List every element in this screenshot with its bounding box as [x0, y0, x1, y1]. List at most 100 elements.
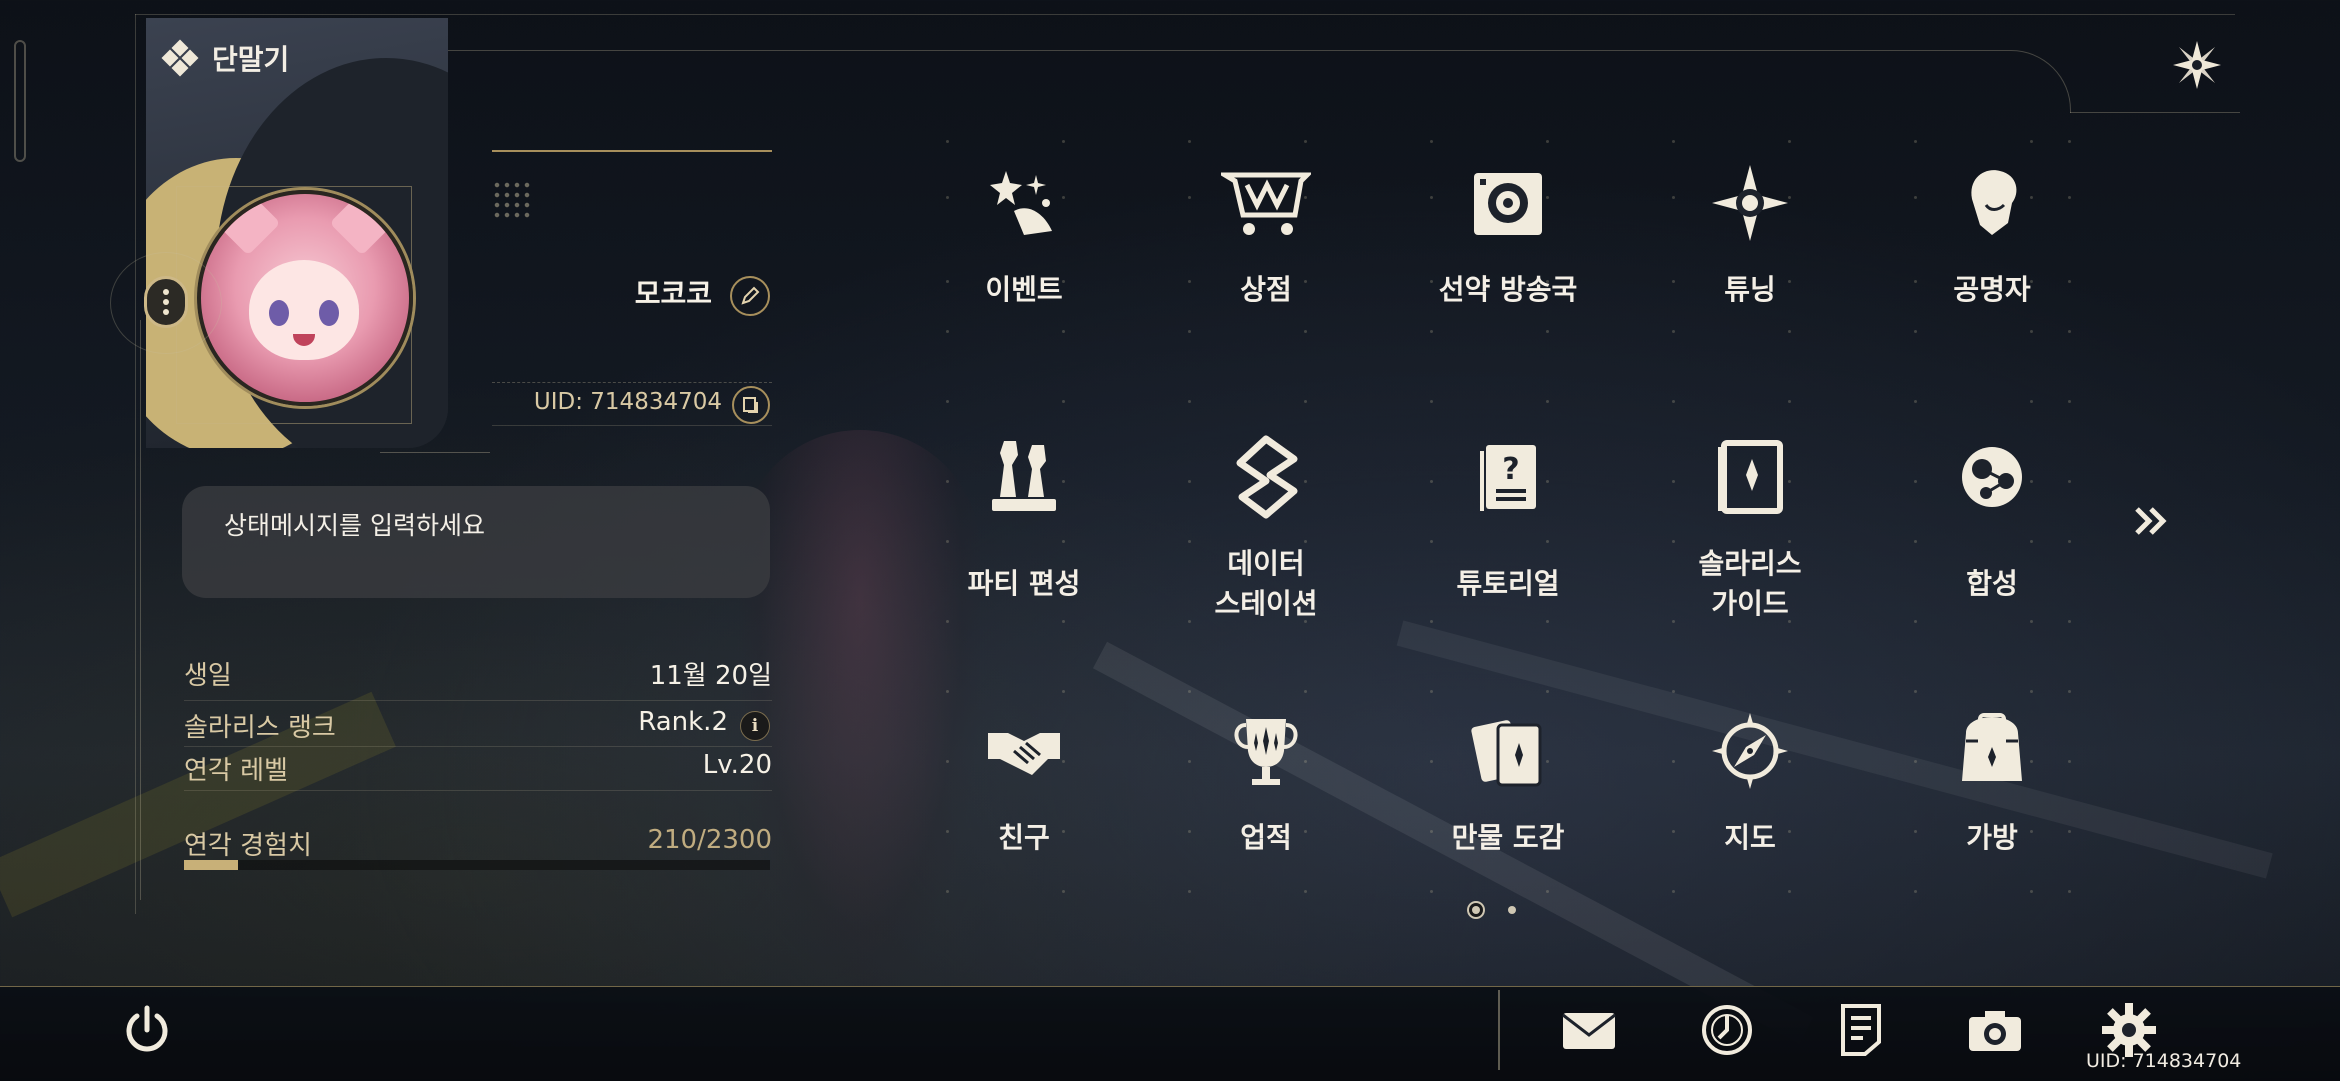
grid-dot: [946, 400, 949, 403]
menu-item-resonator[interactable]: 공명자: [1892, 158, 2092, 358]
menu-label: 이벤트: [985, 273, 1063, 306]
menu-label: 업적: [1240, 821, 1292, 854]
backpack-icon: [1947, 706, 2037, 796]
avatar-face: [249, 260, 359, 360]
decorative-dots: [492, 180, 532, 220]
edit-name-button[interactable]: [730, 276, 770, 316]
achievement-trophy-icon: [1221, 706, 1311, 796]
page-indicator: [1472, 906, 1516, 914]
close-star-icon[interactable]: [2166, 34, 2228, 96]
frame-line: [2070, 112, 2240, 113]
exp-label: 연각 경험치: [184, 831, 312, 861]
grid-dot: [1062, 140, 1065, 143]
page-title: 단말기: [212, 43, 290, 76]
menu-label: 공명자: [1953, 273, 2031, 306]
avatar[interactable]: [197, 190, 413, 406]
tuning-star-icon: [1705, 158, 1795, 248]
clock-icon[interactable]: [1694, 998, 1760, 1062]
menu-item-bag[interactable]: 가방: [1892, 706, 2092, 906]
notes-icon[interactable]: [1828, 998, 1894, 1062]
decorative-line: [492, 150, 772, 152]
menu-label: 선약 방송국: [1438, 273, 1578, 306]
copy-icon: [743, 397, 758, 413]
menu-item-tuning[interactable]: 튜닝: [1650, 158, 1850, 358]
menu-item-synthesis[interactable]: 합성: [1892, 432, 2092, 632]
grid-dot: [1914, 140, 1917, 143]
level-row: 연각 레벨 Lv.20: [184, 750, 772, 790]
player-name: 모코코: [634, 277, 712, 310]
menu-item-event[interactable]: 이벤트: [924, 158, 1124, 358]
menu-item-achievement[interactable]: 업적: [1166, 706, 1366, 906]
mail-icon[interactable]: [1556, 998, 1622, 1062]
row-divider: [184, 790, 772, 791]
svg-text:?: ?: [1502, 452, 1519, 487]
grid-dot: [2030, 690, 2033, 693]
menu-item-tutorial[interactable]: ? 튜토리얼: [1408, 432, 1608, 632]
birthday-value: 11월 20일: [649, 661, 772, 691]
double-chevron-right-icon[interactable]: [2120, 490, 2182, 552]
menu-label: 상점: [1240, 273, 1292, 306]
grid-dot: [946, 690, 949, 693]
exp-row: 연각 경험치 210/2300: [184, 825, 772, 865]
menu-label: 솔라리스 가이드: [1698, 547, 1802, 620]
exp-value: 210/2300: [647, 825, 772, 855]
menu-label: 튜토리얼: [1456, 567, 1560, 600]
grid-dot: [1914, 690, 1917, 693]
menu-label: 합성: [1966, 567, 2018, 600]
pencil-icon: [741, 286, 760, 305]
grid-dot: [1430, 690, 1433, 693]
rank-label: 솔라리스 랭크: [184, 713, 336, 743]
grid-dot: [1546, 690, 1549, 693]
power-icon[interactable]: [114, 998, 180, 1062]
rank-value: Rank.2: [638, 707, 728, 737]
resonator-character-icon: [1947, 158, 2037, 248]
page-dot[interactable]: [1508, 906, 1516, 914]
status-message-input[interactable]: [182, 486, 770, 598]
data-station-icon: [1221, 432, 1311, 522]
side-drawer-handle[interactable]: [14, 40, 26, 162]
menu-item-map[interactable]: 지도: [1650, 706, 1850, 906]
copy-uid-button[interactable]: [732, 386, 770, 424]
birthday-label: 생일: [184, 661, 232, 691]
level-label: 연각 레벨: [184, 756, 288, 786]
menu-item-broadcast[interactable]: 선약 방송국: [1408, 158, 1608, 358]
menu-item-party[interactable]: 파티 편성: [924, 432, 1124, 632]
guide-book-icon: [1705, 432, 1795, 522]
terminal-diamond-icon: [161, 39, 199, 77]
page-dot-active[interactable]: [1472, 906, 1480, 914]
grid-dot: [1188, 690, 1191, 693]
grid-dot: [1914, 400, 1917, 403]
menu-item-solaris-guide[interactable]: 솔라리스 가이드: [1650, 432, 1850, 632]
grid-dot: [1304, 690, 1307, 693]
grid-dot: [1546, 400, 1549, 403]
menu-label: 만물 도감: [1451, 821, 1565, 854]
grid-dot: [1672, 140, 1675, 143]
menu-label: 데이터 스테이션: [1214, 547, 1318, 620]
frame-line: [135, 14, 2235, 15]
menu-item-shop[interactable]: 상점: [1166, 158, 1366, 358]
rank-info-icon[interactable]: i: [740, 711, 770, 741]
camera-icon[interactable]: [1962, 998, 2028, 1062]
grid-dot: [2068, 690, 2071, 693]
decorative-line: [380, 452, 490, 453]
grid-dot: [946, 140, 949, 143]
menu-item-friends[interactable]: 친구: [924, 706, 1124, 906]
tutorial-question-icon: ?: [1463, 432, 1553, 522]
exp-progress-fill: [184, 860, 238, 870]
grid-dot: [2030, 140, 2033, 143]
grid-dot: [1304, 400, 1307, 403]
menu-label: 친구: [998, 821, 1050, 854]
grid-dot: [1672, 690, 1675, 693]
menu-label: 지도: [1724, 821, 1776, 854]
grid-dot: [1430, 140, 1433, 143]
row-divider: [184, 700, 772, 701]
synthesis-icon: [1947, 432, 2037, 522]
menu-item-data-station[interactable]: 데이터 스테이션: [1166, 432, 1366, 632]
friends-handshake-icon: [979, 706, 1069, 796]
grid-dot: [1788, 400, 1791, 403]
more-options-button[interactable]: [144, 276, 188, 328]
bottom-divider: [1498, 990, 1500, 1070]
exp-progress-bar: [184, 860, 770, 870]
frame-curve: [430, 50, 2071, 113]
menu-item-codex[interactable]: 만물 도감: [1408, 706, 1608, 906]
